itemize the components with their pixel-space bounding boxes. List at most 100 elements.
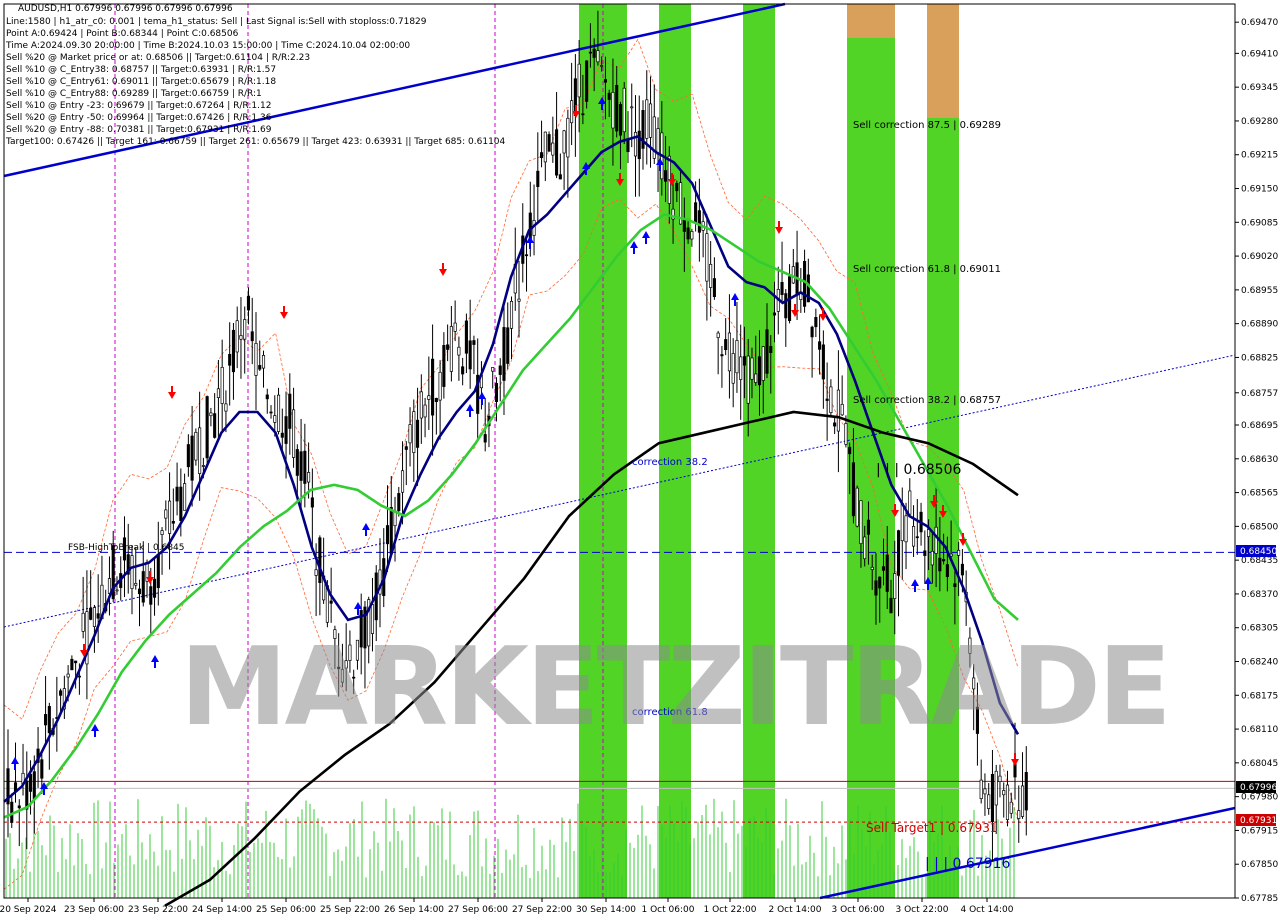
candle-body [942,558,946,562]
candle-body [239,335,243,340]
candle-body [739,356,743,380]
candle-body [851,462,855,517]
x-tick-label: 20 Sep 2024 [0,905,57,915]
candle-body [231,329,235,373]
candle-body [540,152,544,159]
info-line: Sell %20 @ Entry -88: 0.70381 || Target:… [6,125,272,135]
candle-body [453,322,457,332]
candle-body [588,51,592,54]
candle-body [585,60,589,102]
candle-body [600,65,604,67]
candle-body [784,293,788,319]
candle-body [17,805,21,809]
candle-body [66,673,70,678]
candle-body [543,131,547,163]
candle-body [915,536,919,539]
correction-band [659,4,691,898]
candle-body [772,312,777,316]
candle-body [547,134,551,152]
candle-body [438,371,442,401]
candle-body [731,353,735,384]
point-b-label: | | | 0.67916 [925,856,1010,872]
candle-body [994,770,998,806]
candle-body [761,346,765,381]
info-line: Sell %20 @ Entry -50: 0.69964 || Target:… [6,113,272,123]
candle-body [250,331,254,342]
buy-arrow [731,293,739,306]
candle-body [558,174,562,180]
candle-body [810,326,814,338]
candle-body [491,367,495,372]
x-tick-label: 25 Sep 22:00 [320,905,380,915]
info-line: Sell %10 @ C_Entry38: 0.68757 || Target:… [6,65,277,75]
fsb-label: FSB-HighToBreak | 0.6845 [68,543,185,553]
candle-body [397,493,401,512]
candle-body [509,301,514,329]
candle-body [769,345,773,353]
candle-body [814,316,818,328]
candle-body [246,295,251,311]
y-tick-label: 0.68630 [1241,455,1278,465]
candle-body [844,423,848,445]
y-tick-label: 0.68305 [1241,624,1278,634]
candle-body [243,319,247,340]
candle-body [194,431,198,461]
candle-body [900,503,904,542]
candle-body [216,388,220,398]
candle-body [47,706,51,734]
candle-body [201,465,205,467]
y-tick-label: 0.69150 [1241,185,1278,195]
candle-body [979,779,983,800]
x-tick-label: 27 Sep 06:00 [448,905,508,915]
x-tick-label: 3 Oct 06:00 [832,905,885,915]
candle-body [833,422,837,427]
y-tick-label: 0.68757 [1241,389,1278,399]
x-tick-label: 4 Oct 14:00 [961,905,1014,915]
candle-body [224,403,228,412]
candle-body [70,658,74,671]
candle-body [829,386,833,414]
x-tick-label: 1 Oct 22:00 [704,905,757,915]
y-tick-label: 0.69410 [1241,49,1278,59]
candle-body [431,358,435,416]
sell-target-label: Sell Target1 | 0.67931 [866,821,998,835]
candle-body [423,404,427,418]
candle-body [77,675,81,678]
y-tick-label: 0.67850 [1241,860,1278,870]
candle-body [754,373,758,383]
candle-body [987,794,991,809]
candle-body [190,435,194,481]
candle-body [228,353,232,366]
candle-body [1020,785,1025,817]
candle-body [400,470,405,493]
y-tick-label: 0.69280 [1241,117,1278,127]
candle-body [855,487,859,527]
candle-body [284,416,288,444]
point-c-label: | | | 0.68506 [876,462,961,478]
y-tick-label: 0.68890 [1241,320,1278,330]
candle-body [1009,801,1013,814]
candle-body [276,394,281,432]
candle-body [517,298,521,302]
candle-body [59,690,63,696]
candle-body [171,520,175,524]
candle-body [998,775,1002,782]
candle-body [630,106,634,109]
candle-body [637,130,641,160]
y-tick-label: 0.67915 [1241,826,1278,836]
current-price-tag: 0.67996 [1240,783,1277,793]
candle-body [622,87,626,133]
candle-body [581,113,585,116]
buy-arrow [911,579,919,592]
buy-arrow [11,757,19,770]
candle-body [446,344,450,350]
candle-body [709,263,713,288]
fsb-price-tag: 0.68450 [1240,547,1277,557]
candle-body [160,530,164,535]
candle-body [472,340,476,345]
candle-body [261,355,266,369]
watermark: MARKETZITRADE [180,625,1172,750]
candle-body [40,759,44,779]
candle-body [724,339,728,351]
candle-body [592,48,596,58]
